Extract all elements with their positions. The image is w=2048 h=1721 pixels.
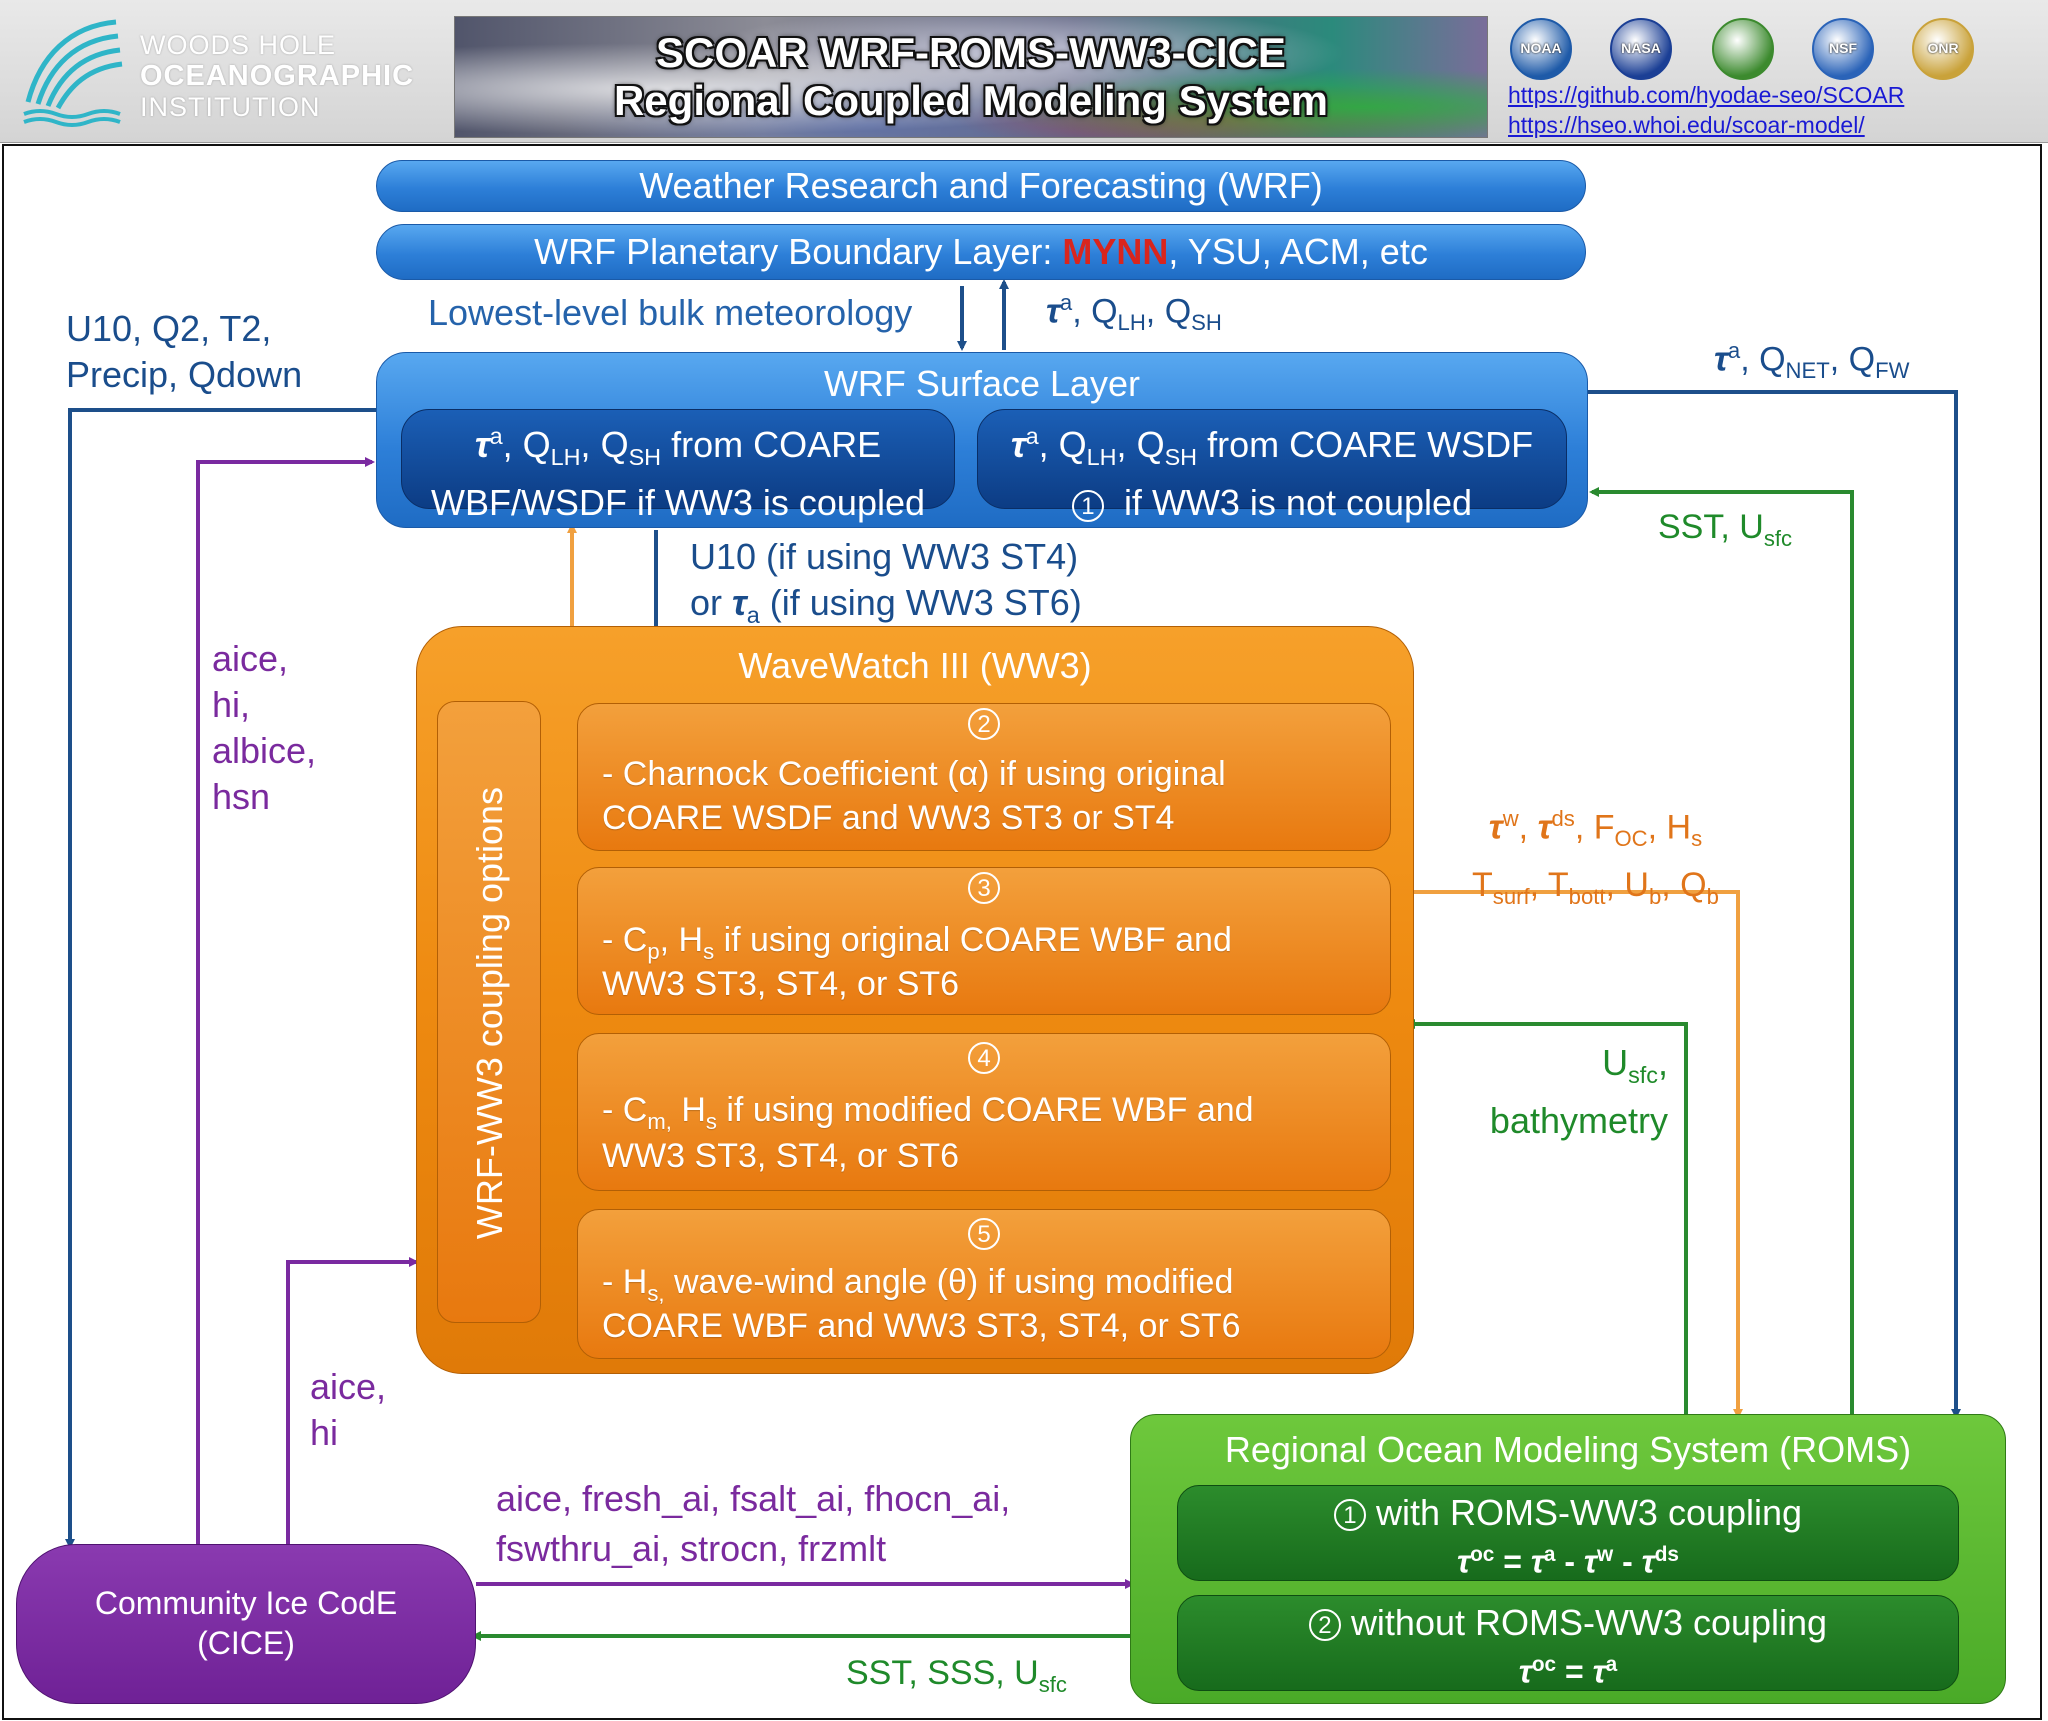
cice-to-roms-label: aice, fresh_ai, fsalt_ai, fhocn_ai, fswt… bbox=[496, 1478, 1011, 1569]
wrf-title-bar[interactable]: Weather Research and Forecasting (WRF) bbox=[376, 160, 1586, 212]
roms-box[interactable]: Regional Ocean Modeling System (ROMS) 1 … bbox=[1130, 1414, 2006, 1704]
number-5-icon: 5 bbox=[968, 1218, 1000, 1250]
bulk-met-label: Lowest-level bulk meteorology bbox=[428, 292, 913, 333]
roms-opt2-equation: τoc = τa bbox=[1518, 1653, 1618, 1690]
pbl-suffix: , YSU, ACM, etc bbox=[1168, 231, 1428, 272]
number-3-icon: 3 bbox=[968, 872, 1000, 904]
roms-option-2[interactable]: 2 without ROMS-WW3 coupling τoc = τa bbox=[1177, 1595, 1959, 1691]
number-1-icon: 1 bbox=[1071, 489, 1104, 522]
option-2-line1: - Charnock Coefficient (α) if using orig… bbox=[602, 755, 1226, 793]
wrf-to-ww3-label: U10 (if using WW3 ST4) or τa (if using W… bbox=[690, 536, 1082, 629]
wrf-to-roms-label: τa, QNET, QFW bbox=[1714, 338, 1910, 384]
wrf-surface-layer[interactable]: WRF Surface Layer τa, QLH, QSH from COAR… bbox=[376, 352, 1588, 528]
sl-option-coupled[interactable]: τa, QLH, QSH from COARE WBF/WSDF if WW3 … bbox=[401, 409, 955, 523]
ww3-box[interactable]: WaveWatch III (WW3) WRF-WW3 coupling opt… bbox=[416, 626, 1414, 1374]
flux-up-label: τa, QLH, QSH bbox=[1046, 290, 1222, 336]
ww3-title: WaveWatch III (WW3) bbox=[738, 645, 1092, 686]
option-2-line2: COARE WSDF and WW3 ST3 or ST4 bbox=[602, 799, 1175, 837]
coupling-options-label: WRF-WW3 coupling options bbox=[469, 786, 510, 1240]
number-4-icon: 4 bbox=[968, 1042, 1000, 1074]
option-3-line2: WW3 ST3, ST4, or ST6 bbox=[602, 965, 960, 1003]
number-1-icon: 1 bbox=[1333, 1499, 1366, 1532]
wrf-to-cice-label: U10, Q2, T2, Precip, Qdown bbox=[66, 308, 303, 395]
number-2-icon: 2 bbox=[968, 708, 1000, 740]
sl-option-uncoupled[interactable]: τa, QLH, QSH from COARE WSDF 1 if WW3 is… bbox=[977, 409, 1567, 523]
surface-layer-title: WRF Surface Layer bbox=[823, 363, 1141, 404]
coupling-options-side: WRF-WW3 coupling options bbox=[437, 701, 541, 1323]
pbl-mynn: MYNN bbox=[1062, 231, 1169, 272]
roms-title: Regional Ocean Modeling System (ROMS) bbox=[1224, 1429, 1912, 1470]
ww3-option-5[interactable]: 5 - Hs, wave-wind angle (θ) if using mod… bbox=[577, 1209, 1391, 1359]
roms-option-1[interactable]: 1 with ROMS-WW3 coupling τoc = τa - τw -… bbox=[1177, 1485, 1959, 1581]
cice-to-ww3-label: aice, hi bbox=[310, 1366, 387, 1453]
ww3-to-roms-label: τw, τds, FOC, Hs Tsurf, Tbott, Ub, Qb bbox=[1472, 806, 1719, 909]
sl-right-line1: τa, QLH, QSH from COARE WSDF bbox=[1010, 423, 1534, 471]
roms-opt2-title: 2 without ROMS-WW3 coupling bbox=[1178, 1602, 1958, 1644]
wrf-pbl-bar[interactable]: WRF Planetary Boundary Layer: MYNN, YSU,… bbox=[376, 224, 1586, 280]
roms-opt1-title: 1 with ROMS-WW3 coupling bbox=[1178, 1492, 1958, 1534]
option-4-line2: WW3 ST3, ST4, or ST6 bbox=[602, 1137, 960, 1175]
sl-right-line2: 1 if WW3 is not coupled bbox=[978, 480, 1566, 525]
pbl-prefix: WRF Planetary Boundary Layer: bbox=[534, 231, 1053, 272]
cice-title-line1: Community Ice CodE bbox=[94, 1585, 398, 1621]
ww3-option-2[interactable]: 2 - Charnock Coefficient (α) if using or… bbox=[577, 703, 1391, 851]
roms-opt1-equation: τoc = τa - τw - τds bbox=[1457, 1543, 1679, 1580]
roms-to-wrf-label: SST, Usfc bbox=[1658, 508, 1793, 551]
sl-left-line2: WBF/WSDF if WW3 is coupled bbox=[430, 482, 926, 524]
ww3-option-4[interactable]: 4 - Cm, Hs if using modified COARE WBF a… bbox=[577, 1033, 1391, 1191]
wrf-title: Weather Research and Forecasting (WRF) bbox=[639, 165, 1323, 206]
roms-to-ww3-label: Usfc, bathymetry bbox=[1489, 1042, 1668, 1142]
option-5-line2: COARE WBF and WW3 ST3, ST4, or ST6 bbox=[602, 1307, 1241, 1345]
number-2-icon: 2 bbox=[1308, 1609, 1341, 1642]
arrow-roms-to-wrf bbox=[1589, 487, 1854, 1414]
cice-box[interactable]: Community Ice CodE (CICE) bbox=[16, 1544, 476, 1704]
roms-to-cice-label: SST, SSS, Usfc bbox=[846, 1654, 1067, 1697]
cice-to-wrf-label: aice, hi, albice, hsn bbox=[212, 638, 317, 817]
cice-title-line2: (CICE) bbox=[197, 1625, 295, 1661]
ww3-option-3[interactable]: 3 - Cp, Hs if using original COARE WBF a… bbox=[577, 867, 1391, 1015]
sl-left-line1: τa, QLH, QSH from COARE bbox=[474, 423, 882, 471]
